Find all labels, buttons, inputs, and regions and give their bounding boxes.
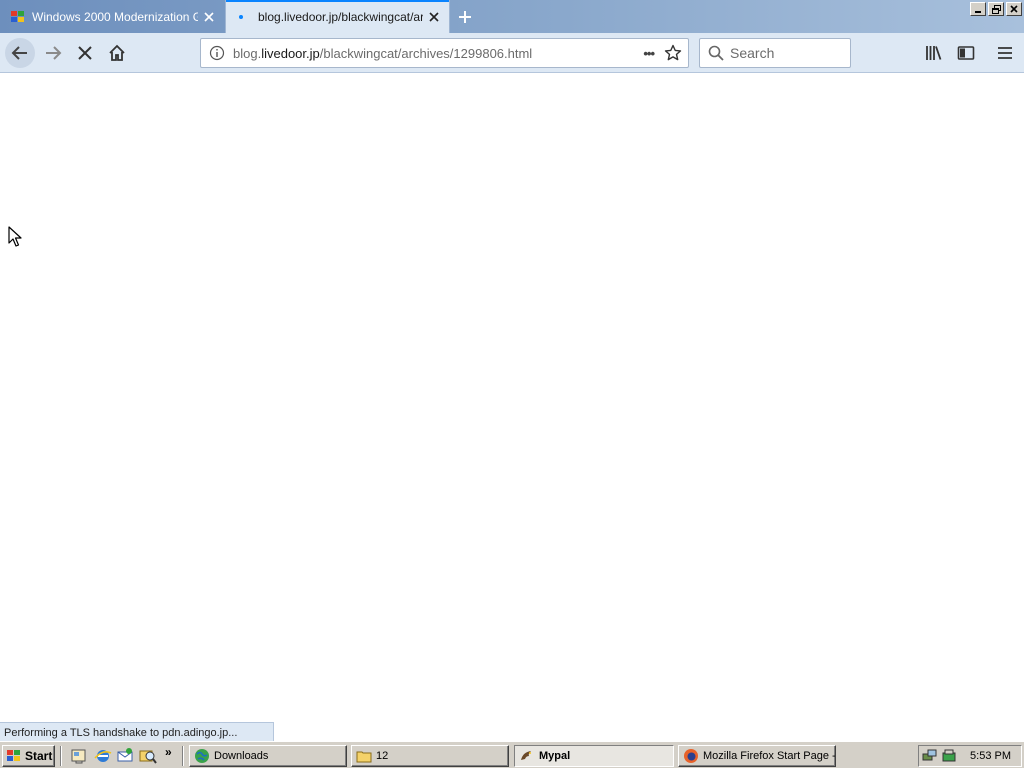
loading-throbber-icon	[236, 9, 252, 25]
restore-button[interactable]	[988, 2, 1004, 16]
task-button-folder-12[interactable]: 12	[351, 745, 509, 767]
menu-button[interactable]	[990, 38, 1020, 68]
show-desktop-icon[interactable]	[70, 747, 88, 765]
internet-explorer-icon[interactable]	[94, 747, 112, 765]
back-arrow-icon	[11, 46, 27, 60]
hamburger-menu-icon	[998, 47, 1012, 59]
new-tab-button[interactable]	[452, 4, 478, 30]
clock[interactable]: 5:53 PM	[970, 750, 1011, 762]
search-input[interactable]	[730, 45, 840, 61]
tab-livedoor-blog[interactable]: blog.livedoor.jp/blackwingcat/arch	[225, 0, 450, 33]
url-prefix: blog.	[233, 45, 262, 61]
explorer-search-icon[interactable]	[139, 747, 157, 765]
globe-icon	[194, 748, 210, 764]
tab-windows-2000-guide[interactable]: Windows 2000 Modernization Guid	[0, 0, 224, 33]
task-label: Mozilla Firefox Start Page -...	[703, 750, 836, 762]
task-label: 12	[376, 750, 389, 762]
tab-title: blog.livedoor.jp/blackwingcat/arch	[258, 9, 423, 24]
url-text[interactable]: blog.livedoor.jp/blackwingcat/archives/1…	[233, 46, 643, 61]
folder-icon	[356, 748, 372, 764]
site-info-icon[interactable]	[209, 45, 225, 61]
sidebar-toggle-button[interactable]	[951, 38, 981, 68]
taskbar-separator	[60, 746, 62, 766]
network-tray-icon[interactable]	[922, 748, 938, 764]
library-icon	[926, 46, 942, 60]
outlook-express-icon[interactable]	[116, 747, 134, 765]
navigation-toolbar: blog.livedoor.jp/blackwingcat/archives/1…	[0, 33, 1024, 73]
start-label: Start	[25, 749, 53, 763]
taskbar-separator	[182, 746, 184, 766]
tab-strip: Windows 2000 Modernization Guid blog.liv…	[0, 0, 1024, 33]
task-label: Mypal	[539, 750, 571, 762]
page-content-area[interactable]	[0, 74, 1024, 722]
back-button[interactable]	[5, 38, 35, 68]
page-actions-menu-icon[interactable]: •••	[643, 46, 655, 61]
firefox-icon	[683, 748, 699, 764]
task-button-firefox-start-page[interactable]: Mozilla Firefox Start Page -...	[678, 745, 836, 767]
url-host: livedoor.jp	[261, 45, 320, 61]
forward-button[interactable]	[38, 38, 68, 68]
mypal-icon	[519, 748, 535, 764]
volume-tray-icon[interactable]	[941, 748, 957, 764]
url-path: /blackwingcat/archives/1299806.html	[319, 45, 533, 61]
sidebar-icon	[957, 46, 975, 60]
start-button[interactable]: Start	[2, 745, 55, 767]
home-icon	[109, 44, 125, 61]
close-window-button[interactable]	[1006, 2, 1022, 16]
address-bar[interactable]: blog.livedoor.jp/blackwingcat/archives/1…	[200, 38, 689, 68]
task-label: Downloads	[214, 750, 269, 762]
stop-button[interactable]	[70, 38, 100, 68]
system-tray: 5:53 PM	[918, 745, 1022, 767]
minimize-button[interactable]	[970, 2, 986, 16]
close-icon	[1010, 5, 1018, 13]
taskbar: Start » Downloads 12 Mypal Mozilla Firef…	[0, 741, 1024, 768]
status-panel: Performing a TLS handshake to pdn.adingo…	[0, 722, 274, 741]
restore-icon	[991, 4, 1001, 14]
tab-title: Windows 2000 Modernization Guid	[32, 9, 198, 24]
plus-icon	[459, 11, 471, 23]
search-bar[interactable]	[699, 38, 851, 68]
quicklaunch-more-button[interactable]: »	[165, 745, 172, 759]
task-button-downloads[interactable]: Downloads	[189, 745, 347, 767]
stop-x-icon	[78, 46, 92, 60]
home-button[interactable]	[102, 38, 132, 68]
tab-close-icon[interactable]	[423, 6, 445, 28]
forward-arrow-icon	[46, 46, 62, 60]
library-button[interactable]	[919, 38, 949, 68]
bookmark-star-icon[interactable]	[664, 44, 682, 62]
mouse-cursor-icon	[8, 226, 22, 253]
search-icon	[708, 45, 724, 61]
minimize-icon	[975, 11, 981, 13]
win2000-favicon-icon	[10, 9, 26, 25]
windows-logo-icon	[6, 749, 22, 763]
tab-close-icon[interactable]	[198, 6, 220, 28]
task-button-mypal[interactable]: Mypal	[514, 745, 674, 767]
